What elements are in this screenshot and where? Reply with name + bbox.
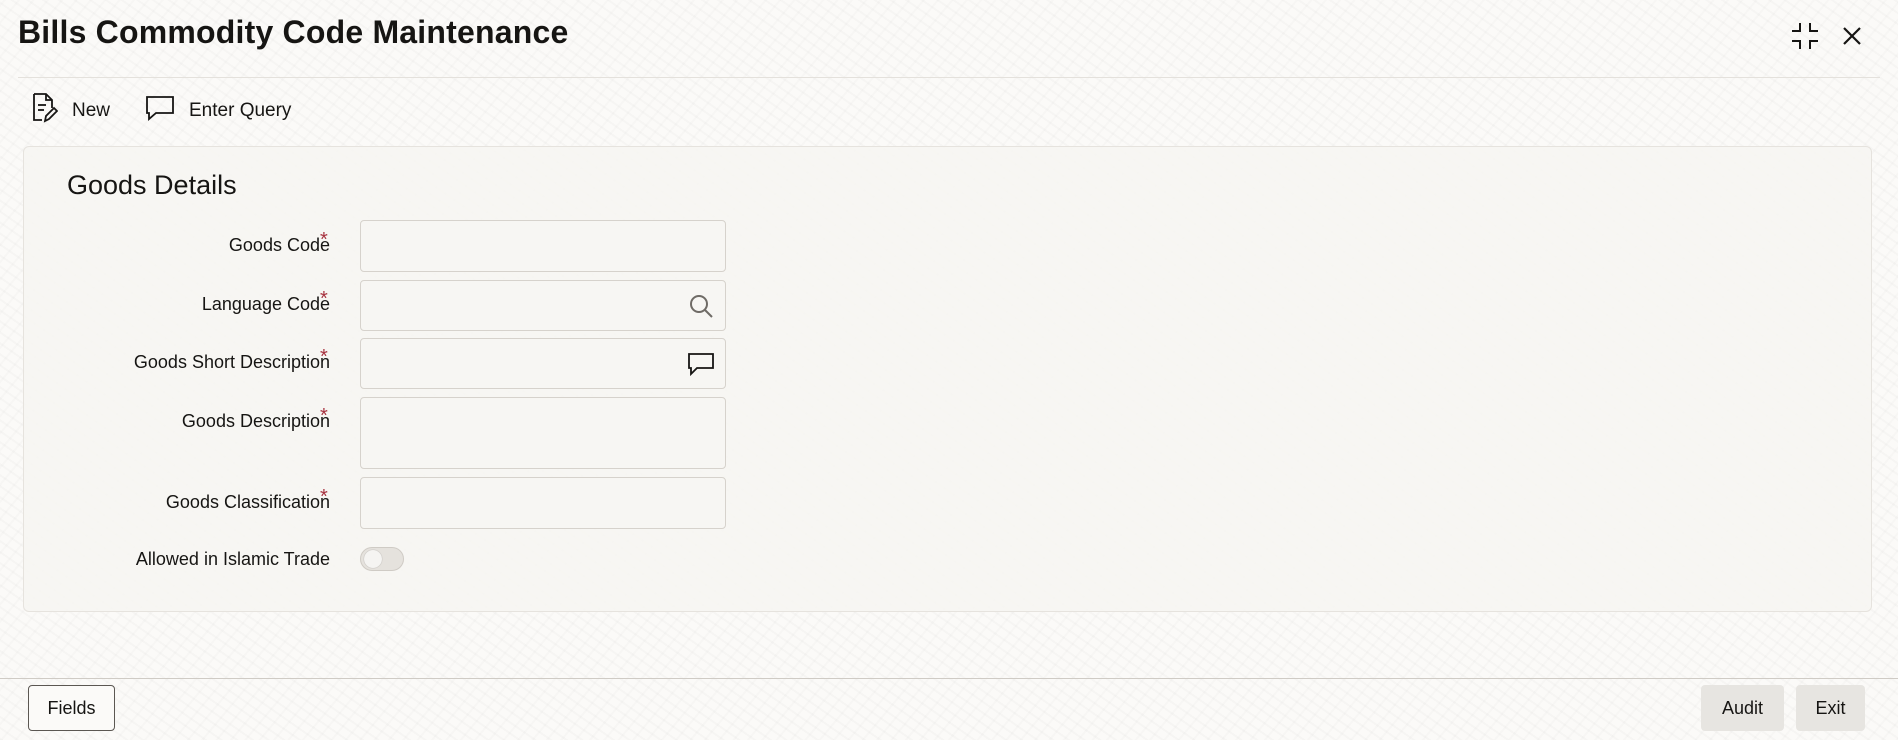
allowed-in-islamic-trade-label: Allowed in Islamic Trade bbox=[135, 549, 330, 569]
section-title: Goods Details bbox=[67, 170, 237, 200]
goods-short-description-field[interactable] bbox=[360, 338, 726, 389]
goods-description-field[interactable] bbox=[360, 397, 726, 469]
language-code-input[interactable] bbox=[361, 281, 725, 330]
new-document-icon bbox=[30, 92, 59, 130]
goods-details-panel bbox=[23, 146, 1872, 612]
exit-button[interactable]: Exit bbox=[1796, 685, 1865, 731]
goods-code-input[interactable] bbox=[361, 221, 725, 271]
new-button-label: New bbox=[72, 100, 111, 121]
goods-classification-label: Goods Classification bbox=[165, 492, 330, 512]
required-marker: * bbox=[320, 405, 328, 427]
chat-bubble-icon bbox=[145, 94, 175, 128]
toggle-knob bbox=[364, 550, 382, 568]
collapse-icon bbox=[1791, 22, 1819, 55]
required-marker: * bbox=[320, 486, 328, 508]
close-button[interactable] bbox=[1834, 20, 1870, 56]
enter-query-button[interactable]: Enter Query bbox=[145, 93, 291, 129]
footer-divider bbox=[0, 678, 1898, 679]
page-title: Bills Commodity Code Maintenance bbox=[18, 14, 569, 50]
collapse-button[interactable] bbox=[1787, 20, 1823, 56]
goods-classification-input[interactable] bbox=[361, 478, 725, 528]
audit-button[interactable]: Audit bbox=[1701, 685, 1784, 731]
required-marker: * bbox=[320, 229, 328, 251]
goods-short-description-label: Goods Short Description bbox=[133, 352, 330, 372]
goods-code-label: Goods Code bbox=[228, 235, 330, 255]
new-button[interactable]: New bbox=[30, 93, 110, 129]
enter-query-label: Enter Query bbox=[189, 100, 292, 121]
goods-description-label: Goods Description bbox=[181, 411, 330, 431]
goods-short-description-input[interactable] bbox=[361, 339, 725, 388]
fields-button[interactable]: Fields bbox=[28, 685, 115, 731]
required-marker: * bbox=[320, 288, 328, 310]
language-code-label: Language Code bbox=[201, 294, 330, 314]
search-icon[interactable] bbox=[686, 291, 716, 321]
chat-bubble-icon[interactable] bbox=[686, 349, 716, 379]
goods-code-field[interactable] bbox=[360, 220, 726, 272]
goods-description-input[interactable] bbox=[361, 398, 725, 468]
goods-classification-field[interactable] bbox=[360, 477, 726, 529]
required-marker: * bbox=[320, 346, 328, 368]
close-icon bbox=[1842, 26, 1862, 51]
language-code-field[interactable] bbox=[360, 280, 726, 331]
allowed-in-islamic-trade-toggle[interactable] bbox=[360, 547, 404, 571]
header-divider bbox=[18, 77, 1880, 78]
